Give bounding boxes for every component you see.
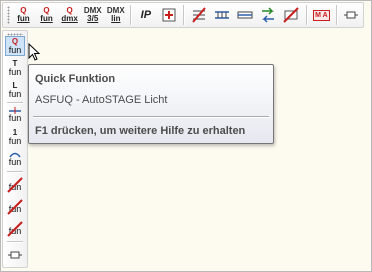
light-function-button[interactable]: L fun [5, 80, 25, 100]
move-function-button[interactable]: fun [5, 105, 25, 125]
tooltip-help-text: F1 drücken, um weitere Hilfe zu erhalten [35, 125, 246, 137]
delete-function-button-3[interactable]: fun [5, 218, 25, 238]
delete-strike-icon [7, 177, 23, 193]
rotate-function-button[interactable]: fun [5, 149, 25, 169]
rotate-function-label: fun [8, 157, 22, 167]
toolbar-separator [183, 5, 185, 25]
left-toolbar: Q fun T fun L fun fun 1 fun fun fun fun … [2, 30, 28, 268]
mouse-cursor-icon [28, 43, 40, 61]
toolbar-separator [130, 5, 132, 25]
dmx-35-button[interactable]: DMX 3/5 [82, 4, 103, 26]
quick-function-vertical-label: fun [8, 44, 22, 55]
toolbar-options-icon [8, 251, 22, 259]
toolbar-separator [335, 5, 337, 25]
tooltip: Quick Funktion ASFUQ - AutoSTAGE Licht F… [28, 64, 274, 144]
m-a-label: M A [313, 9, 330, 21]
strike-lines-button[interactable] [188, 4, 209, 26]
delete-function-button-1[interactable]: fun [5, 174, 25, 194]
delete-strike-icon [7, 221, 23, 237]
quick-dmx-button[interactable]: Q dmx [59, 4, 80, 26]
quick-dmx-label: dmx [61, 14, 78, 23]
tooltip-description: ASFUQ - AutoSTAGE Licht [35, 94, 168, 106]
ip-label: IP [140, 8, 152, 21]
tooltip-separator [33, 116, 269, 117]
dmx-35-label: 3/5 [87, 14, 99, 23]
toolbar-grip[interactable] [7, 6, 10, 24]
number-function-label: fun [8, 135, 22, 146]
dmx-line-label: lin [111, 14, 121, 23]
pipe-icon [237, 11, 253, 19]
add-fixture-button[interactable] [158, 4, 179, 26]
delete-function-button-2[interactable]: fun [5, 196, 25, 216]
remove-link-button[interactable] [281, 4, 302, 26]
text-function-button[interactable]: T fun [5, 58, 25, 78]
truss-button[interactable] [212, 4, 233, 26]
quick-function-vertical-button[interactable]: Q fun [5, 36, 25, 56]
left-toolbar-separator [7, 171, 23, 172]
left-toolbar-separator [7, 102, 23, 103]
add-fixture-icon [162, 8, 176, 22]
number-function-button[interactable]: 1 fun [5, 127, 25, 147]
delete-strike-icon [7, 199, 23, 215]
quick-function-button-1[interactable]: Q fun [13, 4, 34, 26]
m-a-button[interactable]: M A [311, 4, 332, 26]
quick-function-button-2[interactable]: Q fun [36, 4, 57, 26]
strike-lines-icon [192, 7, 206, 23]
dmx-line-button[interactable]: DMX lin [105, 4, 126, 26]
remove-link-icon [283, 7, 300, 23]
truss-icon [215, 11, 230, 19]
pipe-button[interactable] [235, 4, 256, 26]
swap-button[interactable] [258, 4, 279, 26]
top-toolbar: Q fun Q fun Q dmx DMX 3/5 DMX lin IP M A [2, 2, 364, 28]
move-function-label: fun [8, 113, 22, 123]
text-function-label: fun [8, 66, 22, 77]
left-toolbar-options-button[interactable] [5, 245, 25, 265]
toolbar-options-icon [344, 11, 359, 19]
ip-button[interactable]: IP [135, 4, 156, 26]
quick-function-1-label: fun [17, 14, 30, 23]
toolbar-separator [305, 5, 307, 25]
quick-function-2-label: fun [40, 14, 53, 23]
left-toolbar-separator [7, 241, 23, 242]
tooltip-title: Quick Funktion [35, 73, 116, 85]
app-window: Q fun Q fun Q dmx DMX 3/5 DMX lin IP M A… [0, 0, 372, 272]
toolbar-options-button[interactable] [341, 4, 362, 26]
swap-icon [262, 7, 275, 23]
light-function-label: fun [8, 88, 22, 99]
